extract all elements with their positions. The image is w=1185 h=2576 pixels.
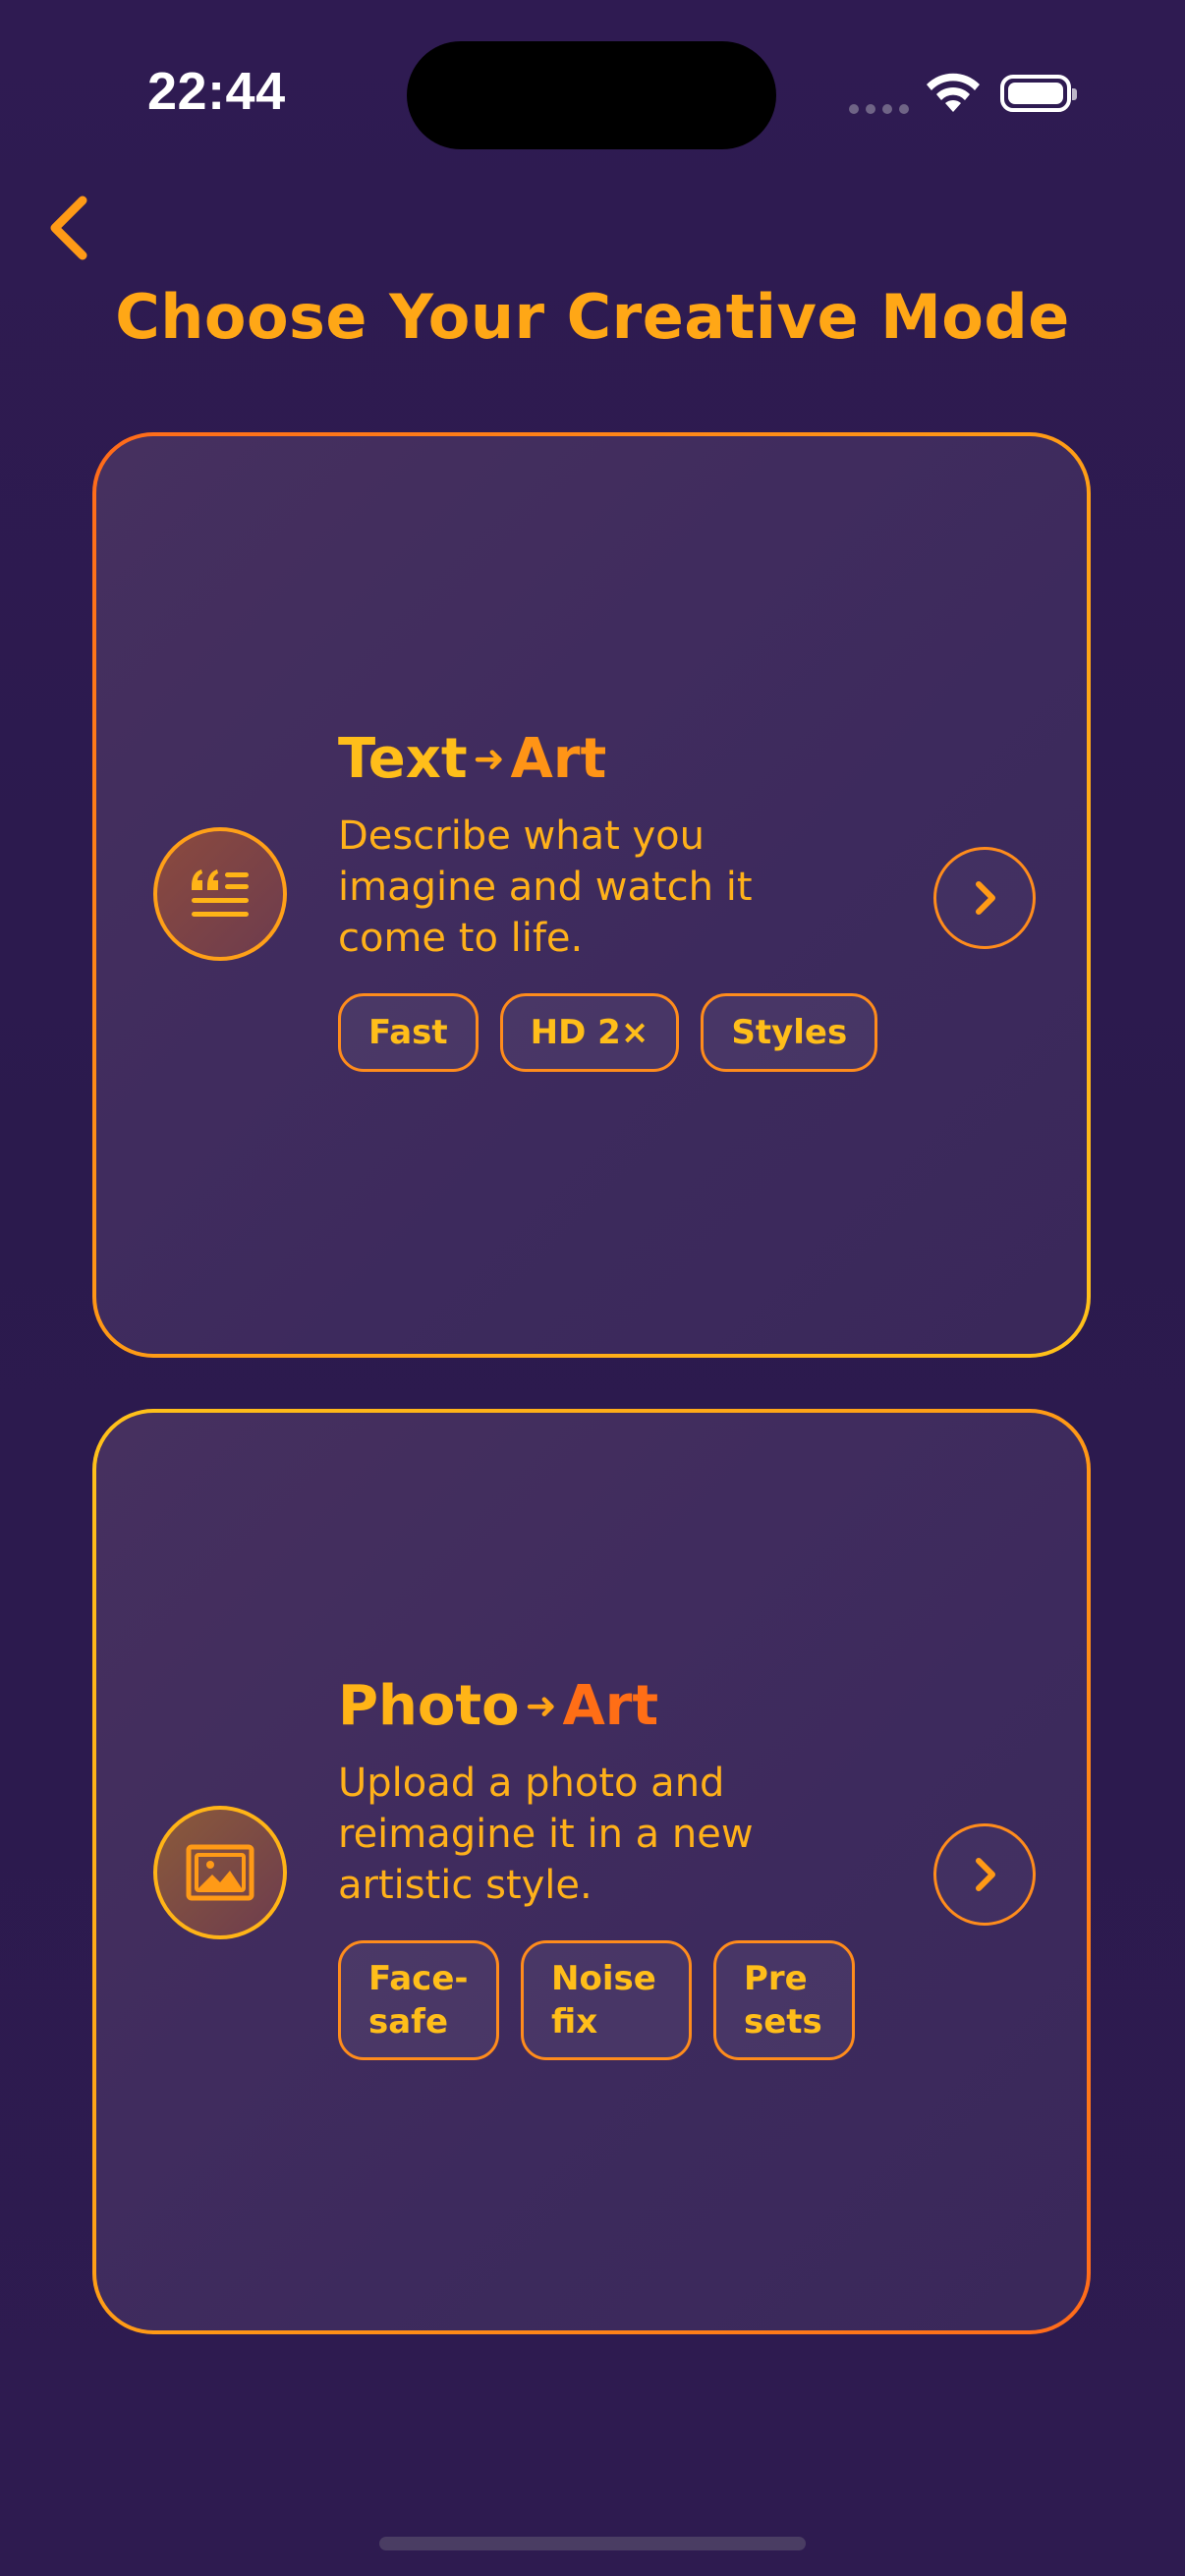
battery-icon — [1000, 75, 1077, 112]
wifi-icon — [927, 73, 980, 112]
text-to-art-description: Describe what you imagine and watch it c… — [338, 813, 753, 961]
status-time: 22:44 — [147, 62, 286, 121]
photo-to-art-card[interactable]: Photo ➜ Art Upload a photo and reimagine i… — [92, 1409, 1091, 2334]
photo-to-art-content: Photo ➜ Art Upload a photo and reimagine i… — [338, 1670, 888, 2060]
page-title: Choose Your Creative Mode — [115, 281, 1070, 353]
chevron-right-icon — [976, 1858, 995, 1891]
title-target: Art — [562, 1674, 659, 1738]
photo-to-art-go-button[interactable] — [933, 1823, 1036, 1926]
chevron-left-icon — [50, 196, 87, 260]
text-to-art-content: Text ➜ Art Describe what you imagine and w… — [338, 723, 888, 1072]
tag-noise-fix[interactable]: Noise fix — [521, 1940, 692, 2060]
photo-to-art-description: Upload a photo and reimagine it in a new… — [338, 1761, 754, 1908]
text-to-art-go-button[interactable] — [933, 847, 1036, 949]
arrow-right-icon: ➜ — [525, 1684, 557, 1727]
title-source: Photo — [338, 1674, 520, 1738]
text-to-art-title: Text ➜ Art — [338, 723, 888, 795]
text-to-art-tags: Fast HD 2× Styles — [338, 993, 888, 1072]
title-target: Art — [510, 727, 607, 791]
dynamic-island — [407, 41, 776, 149]
tag-fast[interactable]: Fast — [338, 993, 479, 1072]
text-to-art-card[interactable]: Text ➜ Art Describe what you imagine and w… — [92, 432, 1091, 1358]
tag-face-safe[interactable]: Face-safe — [338, 1940, 499, 2060]
chevron-right-icon — [976, 881, 995, 915]
tag-styles[interactable]: Styles — [701, 993, 878, 1072]
photo-to-art-tags: Face-safe Noise fix Presets — [338, 1940, 888, 2060]
cellular-signal-icon — [849, 104, 909, 114]
photo-to-art-title: Photo ➜ Art — [338, 1670, 888, 1742]
text-quote-icon — [153, 827, 287, 961]
image-icon — [153, 1806, 287, 1939]
arrow-right-icon: ➜ — [473, 737, 505, 780]
back-button[interactable] — [39, 189, 102, 267]
title-source: Text — [338, 727, 468, 791]
home-indicator[interactable] — [379, 2537, 806, 2550]
tag-presets[interactable]: Presets — [713, 1940, 855, 2060]
tag-hd[interactable]: HD 2× — [499, 993, 680, 1072]
